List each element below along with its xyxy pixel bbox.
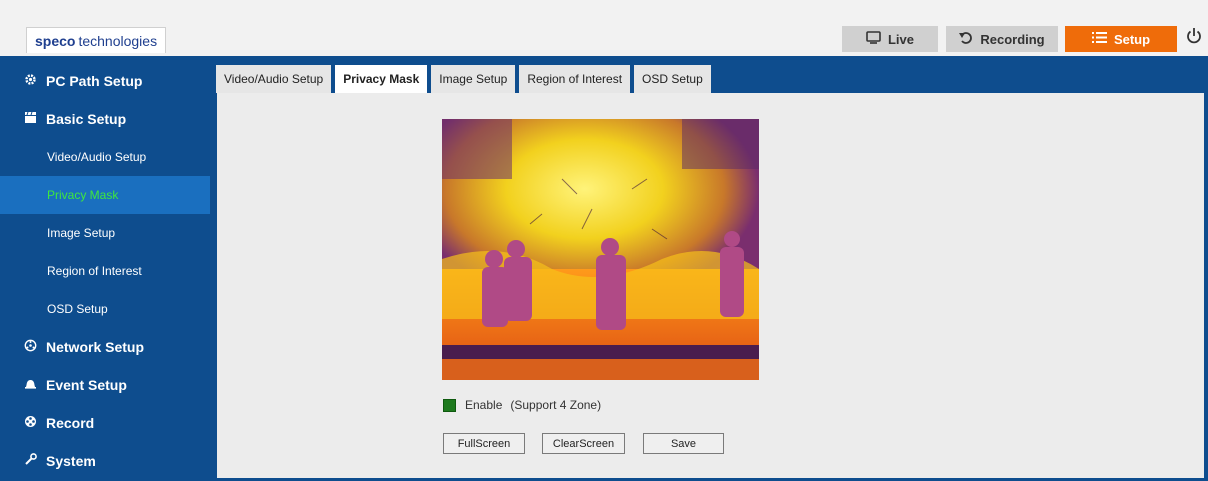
monitor-icon [866, 31, 881, 47]
sidebar-item-privacy-mask[interactable]: Privacy Mask [0, 176, 210, 214]
gear-icon [24, 73, 46, 89]
enable-checkbox[interactable] [443, 398, 456, 412]
clapperboard-icon [24, 111, 46, 127]
brand-logo: speco technologies [26, 27, 166, 53]
enable-label: Enable [465, 398, 503, 412]
sidebar: PC Path Setup Basic Setup Video/Audio Se… [0, 56, 210, 481]
sidebar-item-label: PC Path Setup [46, 73, 143, 89]
brand-name-rest: technologies [78, 32, 158, 49]
power-icon[interactable] [1184, 27, 1204, 49]
undo-arrow-icon [959, 31, 973, 48]
tab-image-setup[interactable]: Image Setup [431, 65, 516, 93]
sidebar-item-osd-setup[interactable]: OSD Setup [0, 290, 210, 328]
sidebar-item-video-audio-setup[interactable]: Video/Audio Setup [0, 138, 210, 176]
tab-osd-setup[interactable]: OSD Setup [634, 65, 711, 93]
live-button[interactable]: Live [842, 26, 938, 52]
recording-label: Recording [980, 31, 1045, 47]
fullscreen-button[interactable]: FullScreen [443, 433, 525, 454]
sidebar-item-label: Image Setup [47, 226, 116, 240]
sidebar-item-pc-path-setup[interactable]: PC Path Setup [0, 62, 210, 100]
tab-video-audio-setup[interactable]: Video/Audio Setup [216, 65, 332, 93]
list-icon [1091, 31, 1107, 47]
sidebar-item-label: Basic Setup [46, 111, 127, 127]
network-icon [24, 339, 46, 355]
sidebar-item-label: Record [46, 415, 95, 431]
sidebar-item-label: Privacy Mask [47, 188, 119, 202]
sidebar-item-label: Video/Audio Setup [47, 150, 147, 164]
sidebar-item-label: OSD Setup [47, 302, 108, 316]
film-reel-icon [24, 415, 46, 431]
brand-name-bold: speco [35, 32, 76, 49]
enable-row: Enable (Support 4 Zone) [443, 398, 601, 412]
clearscreen-button[interactable]: ClearScreen [542, 433, 625, 454]
sidebar-item-label: System [46, 453, 96, 469]
tab-region-of-interest[interactable]: Region of Interest [519, 65, 631, 93]
sidebar-item-record[interactable]: Record [0, 404, 210, 442]
sidebar-item-label: Event Setup [46, 377, 127, 393]
sidebar-item-region-of-interest[interactable]: Region of Interest [0, 252, 210, 290]
tab-privacy-mask[interactable]: Privacy Mask [335, 65, 428, 93]
top-bar: speco technologies Live Recording Setup [0, 0, 1208, 56]
camera-preview[interactable] [442, 119, 759, 380]
sidebar-item-event-setup[interactable]: Event Setup [0, 366, 210, 404]
wrench-icon [24, 453, 46, 469]
zone-support-label: (Support 4 Zone) [510, 398, 602, 412]
save-button[interactable]: Save [643, 433, 724, 454]
setup-button[interactable]: Setup [1065, 26, 1177, 52]
sidebar-item-image-setup[interactable]: Image Setup [0, 214, 210, 252]
tab-bar: Video/Audio Setup Privacy Mask Image Set… [216, 65, 715, 93]
live-label: Live [887, 31, 914, 47]
sidebar-item-basic-setup[interactable]: Basic Setup [0, 100, 210, 138]
sidebar-item-system[interactable]: System [0, 442, 210, 480]
sidebar-item-label: Network Setup [46, 339, 145, 355]
recording-button[interactable]: Recording [946, 26, 1058, 52]
bell-icon [24, 377, 46, 393]
sidebar-item-label: Region of Interest [47, 264, 142, 278]
setup-label: Setup [1113, 31, 1151, 47]
sidebar-item-network-setup[interactable]: Network Setup [0, 328, 210, 366]
